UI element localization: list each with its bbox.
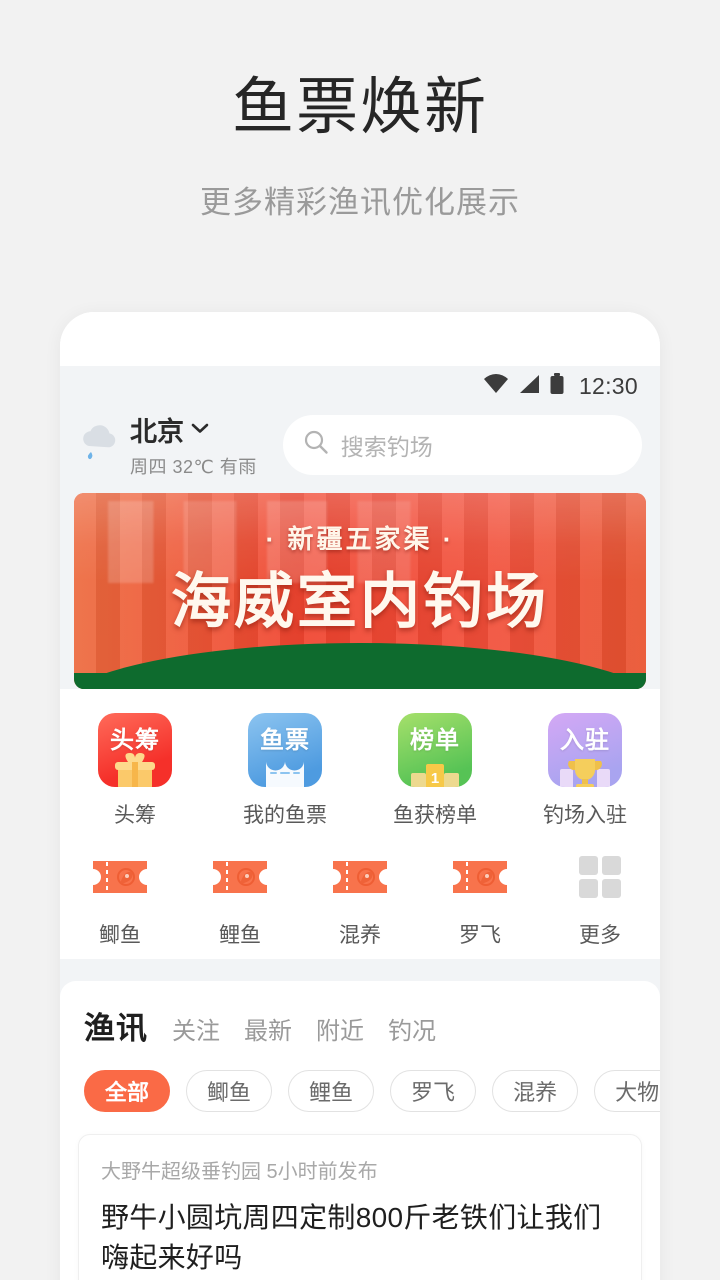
tab-guanzhu[interactable]: 关注 (172, 1011, 220, 1046)
city-selector[interactable]: 北京 (130, 410, 257, 449)
banner-subtitle: · 新疆五家渠 · (265, 524, 455, 554)
feed-section: 渔讯 关注 最新 附近 钓况 全部 鲫鱼 鲤鱼 罗飞 混养 大物 大野牛超级垂钓… (60, 981, 660, 1280)
tab-zuixin[interactable]: 最新 (244, 1011, 292, 1046)
cloud-rain-icon (76, 419, 122, 470)
weather-detail: 周四 32℃ 有雨 (130, 457, 257, 477)
signal-icon (518, 374, 540, 399)
feed-tab-bar: 渔讯 关注 最新 附近 钓况 (60, 1003, 660, 1048)
status-time: 12:30 (578, 372, 638, 399)
entry-row-primary: 头筹 头筹 鱼票 我的鱼票 榜单 1 鱼获榜单 入驻 钓场入驻 (60, 713, 660, 829)
chip-all[interactable]: 全部 (84, 1070, 171, 1112)
chip-mixed[interactable]: 混养 (492, 1070, 579, 1112)
promo-banner[interactable]: · 新疆五家渠 · 海威室内钓场 (74, 493, 646, 689)
trophy-icon (560, 759, 610, 787)
wifi-icon (483, 373, 509, 399)
tile-text: 头筹 (110, 727, 160, 754)
status-bar: 12:30 (60, 366, 660, 406)
page-title: 鱼票焕新 (231, 73, 488, 142)
tile-text: 榜单 (410, 727, 460, 754)
phone-bezel-top (60, 312, 660, 366)
ticket-icon (266, 761, 304, 787)
chip-crucian[interactable]: 鲫鱼 (186, 1070, 273, 1112)
banner-green-base (74, 673, 646, 689)
chip-big-fish[interactable]: 大物 (594, 1070, 660, 1112)
filter-chip-bar: 全部 鲫鱼 鲤鱼 罗飞 混养 大物 (60, 1048, 660, 1112)
yupiao-tile: 鱼票 (248, 713, 322, 787)
entry-label: 罗飞 (459, 924, 501, 947)
chevron-down-icon (191, 421, 209, 439)
entry-label: 我的鱼票 (243, 804, 327, 827)
section-divider (60, 959, 660, 981)
tab-diaokuang[interactable]: 钓况 (388, 1011, 436, 1046)
tile-text: 鱼票 (260, 727, 310, 754)
app-header: 北京 周四 32℃ 有雨 搜索钓场 (60, 406, 660, 493)
touchou-tile: 头筹 (98, 713, 172, 787)
phone-mockup: 12:30 北京 周四 32℃ 有雨 搜索钓场 · 新疆五家渠 · 海威室内钓场… (60, 312, 660, 1280)
chip-carp[interactable]: 鲤鱼 (288, 1070, 375, 1112)
podium-icon: 1 (411, 764, 459, 787)
tile-text: 入驻 (560, 727, 610, 754)
banner-section: · 新疆五家渠 · 海威室内钓场 (60, 493, 660, 689)
bangdan-tile: 榜单 1 (398, 713, 472, 787)
entry-more[interactable]: 更多 (540, 847, 660, 949)
page-subtitle: 更多精彩渔讯优化展示 (200, 185, 520, 221)
entry-label: 鲫鱼 (99, 924, 141, 947)
fish-ticket-icon (203, 847, 277, 907)
grid-more-icon (563, 847, 637, 907)
entry-label: 钓场入驻 (543, 804, 627, 827)
fish-ticket-icon (323, 847, 397, 907)
entry-crucian[interactable]: 鲫鱼 (60, 847, 180, 949)
entry-my-tickets[interactable]: 鱼票 我的鱼票 (225, 713, 345, 829)
entry-ranking[interactable]: 榜单 1 鱼获榜单 (375, 713, 495, 829)
post-title: 野牛小圆坑周四定制800斤老铁们让我们嗨起来好吗 (101, 1202, 602, 1273)
post-meta: 大野牛超级垂钓园 5小时前发布 (101, 1161, 378, 1183)
weather-widget[interactable]: 北京 周四 32℃ 有雨 (76, 410, 257, 479)
entry-row-categories: 鲫鱼 鲤鱼 混养 罗飞 更多 (60, 847, 660, 949)
search-input[interactable]: 搜索钓场 (282, 414, 642, 475)
tab-yuxun[interactable]: 渔讯 (84, 1003, 148, 1048)
phone-screen: 12:30 北京 周四 32℃ 有雨 搜索钓场 · 新疆五家渠 · 海威室内钓场… (60, 366, 660, 1280)
promo-header: 鱼票焕新 更多精彩渔讯优化展示 (0, 0, 720, 222)
weather-text: 北京 周四 32℃ 有雨 (130, 410, 257, 479)
quick-entries: 头筹 头筹 鱼票 我的鱼票 榜单 1 鱼获榜单 入驻 钓场入驻 鲫鱼 鲤鱼 混养… (60, 689, 660, 959)
entry-label: 鲤鱼 (219, 924, 261, 947)
fish-ticket-icon (443, 847, 517, 907)
entry-label: 鱼获榜单 (393, 804, 477, 827)
entry-mixed[interactable]: 混养 (300, 847, 420, 949)
banner-title: 海威室内钓场 (171, 568, 549, 635)
entry-label: 头筹 (114, 804, 156, 827)
entry-luofei[interactable]: 罗飞 (420, 847, 540, 949)
entry-touchou[interactable]: 头筹 头筹 (75, 713, 195, 829)
tab-fujin[interactable]: 附近 (316, 1011, 364, 1046)
chip-luofei[interactable]: 罗飞 (390, 1070, 477, 1112)
entry-label: 混养 (339, 924, 381, 947)
entry-label: 更多 (579, 924, 621, 947)
svg-text:1: 1 (431, 770, 439, 787)
search-icon (303, 429, 329, 460)
promo-page: 鱼票焕新 更多精彩渔讯优化展示 12:30 北京 周四 32℃ 有雨 搜索钓场 … (0, 0, 720, 1280)
city-name: 北京 (130, 417, 184, 447)
entry-venue-join[interactable]: 入驻 钓场入驻 (525, 713, 645, 829)
battery-icon (549, 372, 565, 400)
ruzhu-tile: 入驻 (548, 713, 622, 787)
fish-ticket-icon (83, 847, 157, 907)
search-placeholder: 搜索钓场 (340, 433, 433, 460)
entry-carp[interactable]: 鲤鱼 (180, 847, 300, 949)
feed-post-card[interactable]: 大野牛超级垂钓园 5小时前发布 野牛小圆坑周四定制800斤老铁们让我们嗨起来好吗 (78, 1134, 642, 1280)
gift-icon (115, 753, 155, 787)
